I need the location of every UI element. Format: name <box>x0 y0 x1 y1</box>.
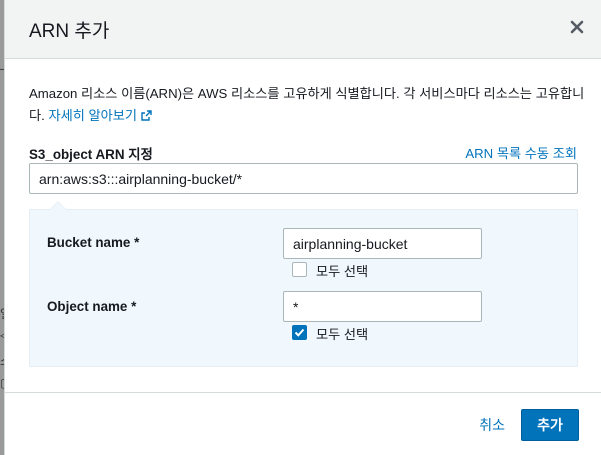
object-select-all-label: 모두 선택 <box>316 327 369 342</box>
arn-list-manual-link[interactable]: ARN 목록 수동 조회 <box>465 143 577 162</box>
object-name-input[interactable] <box>283 291 482 322</box>
close-icon[interactable] <box>570 20 588 38</box>
arn-field-label: S3_object ARN 지정 <box>29 147 153 162</box>
bucket-name-input[interactable] <box>283 228 482 259</box>
modal-title: ARN 추가 <box>29 21 110 42</box>
checkmark-icon <box>294 328 305 337</box>
external-link-icon <box>141 110 152 121</box>
panel-pointer-fill <box>50 202 66 210</box>
add-button[interactable]: 추가 <box>521 409 579 441</box>
arn-input[interactable] <box>29 163 578 194</box>
bucket-name-label: Bucket name * <box>47 235 140 250</box>
bucket-select-all-label: 모두 선택 <box>316 264 369 279</box>
add-arn-modal: ARN 추가 Amazon 리소스 이름(ARN)은 AWS 리소스를 고유하게… <box>4 0 601 455</box>
modal-description: Amazon 리소스 이름(ARN)은 AWS 리소스를 고유하게 식별합니다.… <box>29 83 585 127</box>
bucket-select-all-checkbox[interactable] <box>292 262 307 277</box>
learn-more-link[interactable]: 자세히 알아보기 <box>48 108 152 123</box>
modal-header: ARN 추가 <box>5 0 601 59</box>
cancel-button[interactable]: 취소 <box>479 415 505 435</box>
object-select-all-checkbox[interactable] <box>292 325 307 340</box>
modal-footer: 취소 추가 <box>5 392 601 455</box>
object-name-label: Object name * <box>47 299 137 314</box>
